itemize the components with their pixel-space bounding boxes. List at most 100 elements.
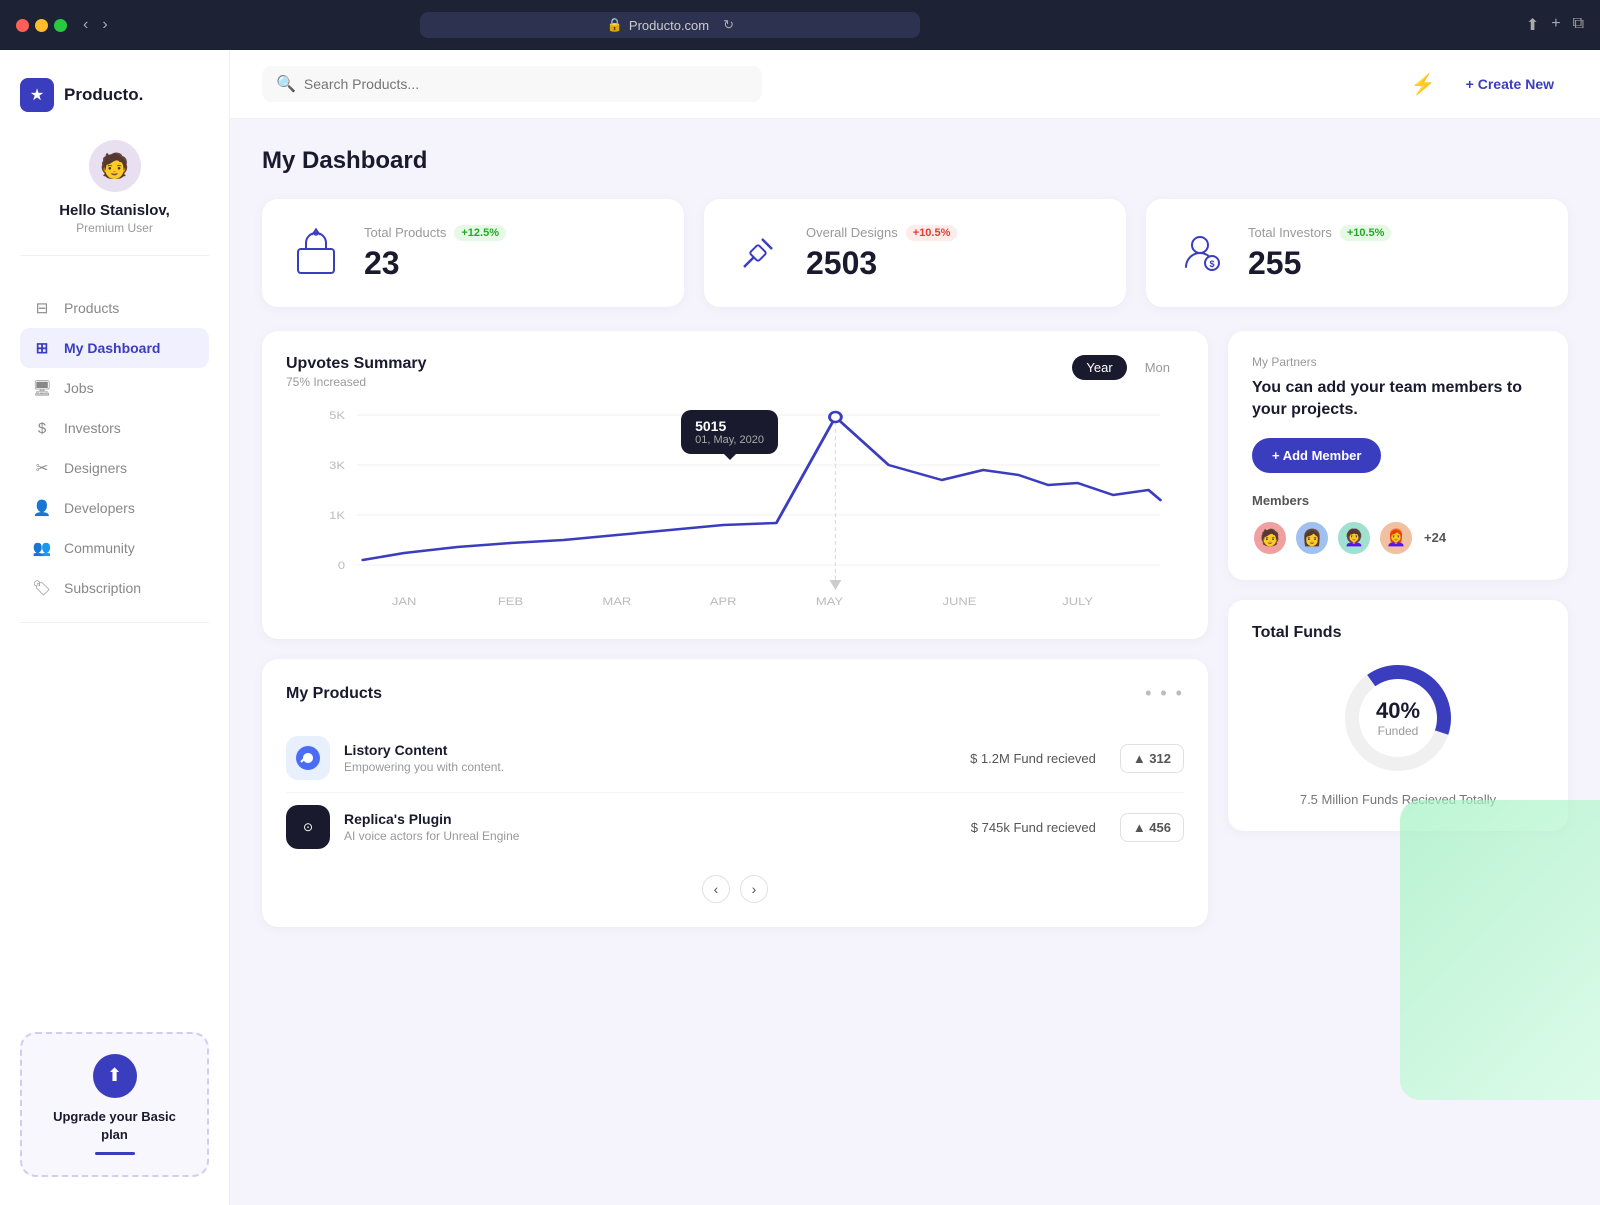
- sidebar-item-label: Subscription: [64, 580, 141, 596]
- toggle-year-button[interactable]: Year: [1072, 355, 1126, 380]
- sidebar-item-label: Jobs: [64, 380, 94, 396]
- svg-text:FEB: FEB: [498, 595, 523, 608]
- total-investors-info: Total Investors +10.5% 255: [1248, 225, 1544, 282]
- svg-text:$: $: [1209, 259, 1214, 269]
- svg-text:MAR: MAR: [602, 595, 631, 608]
- user-tier: Premium User: [76, 221, 153, 235]
- search-input[interactable]: [304, 76, 748, 92]
- avatar: 🧑: [89, 140, 141, 192]
- user-area: 🧑 Hello Stanislov, Premium User: [20, 140, 209, 256]
- stat-card-total-products: Total Products +12.5% 23: [262, 199, 684, 307]
- developers-icon: 👤: [32, 498, 52, 518]
- chart-subtitle: 75% Increased: [286, 375, 427, 389]
- members-label: Members: [1252, 493, 1544, 508]
- partners-title: You can add your team members to your pr…: [1252, 377, 1544, 422]
- svg-text:MAY: MAY: [816, 595, 843, 608]
- total-investors-badge: +10.5%: [1340, 225, 1392, 241]
- back-icon[interactable]: ‹: [79, 14, 92, 36]
- forward-icon[interactable]: ›: [98, 14, 111, 36]
- sidebar-item-investors[interactable]: $ Investors: [20, 408, 209, 448]
- upgrade-bar: [95, 1152, 135, 1155]
- total-products-value: 23: [364, 245, 660, 282]
- sidebar-item-subscription[interactable]: 🏷 Subscription: [20, 568, 209, 608]
- svg-text:3K: 3K: [329, 459, 345, 472]
- browser-nav: ‹ ›: [79, 14, 112, 36]
- search-wrap: 🔍: [262, 66, 762, 102]
- funds-sub: Funded: [1376, 724, 1420, 738]
- product-name: Listory Content: [344, 742, 956, 758]
- sidebar-item-jobs[interactable]: 🖥 Jobs: [20, 368, 209, 408]
- total-investors-value: 255: [1248, 245, 1544, 282]
- topbar: 🔍 ⚡ + Create New: [230, 50, 1600, 119]
- stat-cards: Total Products +12.5% 23 Overall Designs…: [262, 199, 1568, 307]
- svg-text:1K: 1K: [329, 509, 345, 522]
- vote-button[interactable]: ▲ 456: [1120, 813, 1184, 842]
- community-icon: 👥: [32, 538, 52, 558]
- svg-text:⊙: ⊙: [303, 820, 313, 834]
- refresh-icon[interactable]: ↻: [723, 17, 734, 33]
- jobs-icon: 🖥: [32, 378, 52, 398]
- sidebar-item-label: Community: [64, 540, 135, 556]
- sidebar-item-designers[interactable]: ✂ Designers: [20, 448, 209, 488]
- svg-text:JAN: JAN: [392, 595, 417, 608]
- product-fund: $ 1.2M Fund recieved: [970, 751, 1096, 766]
- maximize-button[interactable]: [54, 19, 67, 32]
- close-button[interactable]: [16, 19, 29, 32]
- stat-card-overall-designs: Overall Designs +10.5% 2503: [704, 199, 1126, 307]
- url-text: Producto.com: [629, 18, 709, 33]
- browser-actions: ⬆ + ⧉: [1526, 15, 1584, 35]
- app-container: ★ Producto. 🧑 Hello Stanislov, Premium U…: [0, 50, 1600, 1205]
- dots-menu[interactable]: • • •: [1145, 683, 1184, 704]
- sidebar-item-community[interactable]: 👥 Community: [20, 528, 209, 568]
- stat-card-total-investors: $ Total Investors +10.5% 255: [1146, 199, 1568, 307]
- sidebar-item-my-dashboard[interactable]: ⊞ My Dashboard: [20, 328, 209, 368]
- members-section: Members 🧑👩👩‍🦱👩‍🦰+24: [1252, 493, 1544, 556]
- vote-button[interactable]: ▲ 312: [1120, 744, 1184, 773]
- traffic-lights: [16, 19, 67, 32]
- line-chart: 5K 3K 1K 0 JAN FEB MAR APR MAY JUNE: [286, 395, 1184, 615]
- nav-items: ⊟ Products ⊞ My Dashboard 🖥 Jobs $ Inves…: [20, 288, 209, 608]
- next-page-button[interactable]: ›: [740, 875, 768, 903]
- funds-total: 7.5 Million Funds Recieved Totally: [1252, 792, 1544, 807]
- donut-wrap: 40% Funded: [1252, 658, 1544, 778]
- svg-text:JUNE: JUNE: [943, 595, 977, 608]
- products-icon: ⊟: [32, 298, 52, 318]
- logo-text: Producto.: [64, 85, 143, 105]
- minimize-button[interactable]: [35, 19, 48, 32]
- toggle-mon-button[interactable]: Mon: [1131, 355, 1184, 380]
- funds-percentage: 40%: [1376, 698, 1420, 724]
- svg-text:5K: 5K: [329, 409, 345, 422]
- sidebar-item-label: Designers: [64, 460, 127, 476]
- activity-icon[interactable]: ⚡: [1411, 72, 1436, 97]
- product-logo: [286, 736, 330, 780]
- sidebar-item-developers[interactable]: 👤 Developers: [20, 488, 209, 528]
- total-products-label: Total Products +12.5%: [364, 225, 660, 241]
- members-avatars: 🧑👩👩‍🦱👩‍🦰+24: [1252, 520, 1544, 556]
- funds-card: Total Funds 40% Funded 7.5 Million F: [1228, 600, 1568, 831]
- prev-page-button[interactable]: ‹: [702, 875, 730, 903]
- sidebar-item-products[interactable]: ⊟ Products: [20, 288, 209, 328]
- sidebar: ★ Producto. 🧑 Hello Stanislov, Premium U…: [0, 50, 230, 1205]
- member-avatar: 🧑: [1252, 520, 1288, 556]
- new-tab-icon[interactable]: +: [1551, 15, 1560, 35]
- sidebar-item-label: Investors: [64, 420, 121, 436]
- share-icon[interactable]: ⬆: [1526, 15, 1539, 35]
- total-products-badge: +12.5%: [454, 225, 506, 241]
- list-item: ⊙ Replica's Plugin AI voice actors for U…: [286, 793, 1184, 861]
- product-info: Replica's Plugin AI voice actors for Unr…: [344, 811, 957, 843]
- create-new-button[interactable]: + Create New: [1452, 68, 1568, 100]
- upgrade-card: ⬆ Upgrade your Basic plan: [20, 1032, 209, 1177]
- product-info: Listory Content Empowering you with cont…: [344, 742, 956, 774]
- member-avatar: 👩‍🦱: [1336, 520, 1372, 556]
- address-bar[interactable]: 🔒 Producto.com ↻: [420, 12, 920, 38]
- products-card-title: My Products: [286, 685, 382, 703]
- svg-text:0: 0: [338, 559, 346, 572]
- product-logo: ⊙: [286, 805, 330, 849]
- chart-area: 5015 01, May, 2020 5K: [286, 395, 1184, 615]
- sidebar-item-label: My Dashboard: [64, 340, 160, 356]
- tabs-icon[interactable]: ⧉: [1573, 15, 1584, 35]
- add-member-button[interactable]: + Add Member: [1252, 438, 1381, 473]
- upgrade-icon: ⬆: [93, 1054, 137, 1098]
- user-greeting: Hello Stanislov,: [59, 202, 170, 219]
- chart-card: Upvotes Summary 75% Increased Year Mon 5…: [262, 331, 1208, 639]
